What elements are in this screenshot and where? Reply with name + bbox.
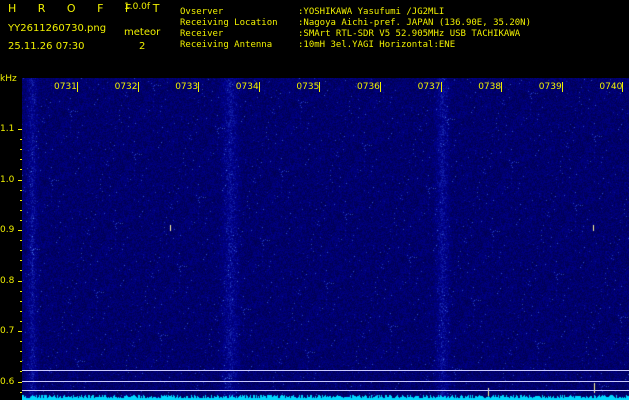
info-key: Ovserver bbox=[180, 7, 224, 17]
waterfall-canvas bbox=[22, 78, 629, 400]
freq-minor-tick bbox=[20, 320, 22, 322]
time-tick-mark bbox=[380, 82, 381, 92]
info-row-location: Receiving Location :Nagoya Aichi-pref. JA… bbox=[180, 18, 531, 29]
freq-tick-label: 1.1 bbox=[0, 124, 15, 134]
time-tick-mark bbox=[501, 82, 503, 92]
freq-minor-tick bbox=[20, 139, 22, 141]
freq-minor-tick bbox=[20, 351, 22, 353]
time-tick-mark bbox=[622, 82, 624, 92]
time-tick-label: 0738 bbox=[478, 82, 502, 92]
meteor-count: 2 bbox=[139, 41, 146, 52]
freq-minor-tick bbox=[20, 209, 22, 211]
info-key: Receiver bbox=[180, 29, 224, 39]
freq-minor-tick bbox=[20, 270, 22, 272]
time-tick-label: 0732 bbox=[114, 82, 138, 92]
info-row-observer: Ovserver :YOSHIKAWA Yasufumi /JG2MLI bbox=[180, 7, 531, 18]
app-version: 1.0.0f bbox=[124, 2, 151, 12]
freq-tick-label: 0.6 bbox=[0, 376, 15, 387]
info-value: :SMArt RTL-SDR V5 52.905MHz USB TACHIKAW… bbox=[298, 29, 521, 39]
meteor-label: meteor bbox=[124, 27, 161, 38]
time-tick-label: 0739 bbox=[538, 82, 562, 92]
info-row-antenna: Receiving Antenna :10mH 3el.YAGI Horizont… bbox=[180, 40, 531, 51]
band-marker-line bbox=[22, 370, 629, 371]
freq-tick-mark bbox=[18, 129, 22, 130]
freq-minor-tick bbox=[20, 391, 22, 393]
freq-minor-tick bbox=[20, 159, 22, 161]
time-tick-mark bbox=[561, 82, 563, 92]
station-info: Ovserver :YOSHIKAWA Yasufumi /JG2MLI Rece… bbox=[180, 7, 531, 51]
info-key: Receiving Location bbox=[180, 18, 278, 28]
file-name: YY2611260730.png bbox=[8, 23, 107, 34]
freq-tick-mark bbox=[18, 381, 22, 383]
freq-minor-tick bbox=[20, 240, 22, 242]
freq-minor-tick bbox=[20, 250, 22, 252]
freq-minor-tick bbox=[20, 310, 22, 312]
time-tick-mark bbox=[258, 82, 260, 92]
freq-minor-tick bbox=[20, 341, 22, 343]
info-value: :10mH 3el.YAGI Horizontal:ENE bbox=[298, 40, 456, 50]
time-tick-mark bbox=[137, 82, 139, 92]
waterfall-plot[interactable] bbox=[22, 78, 629, 400]
freq-minor-tick bbox=[20, 169, 22, 171]
freq-tick-mark bbox=[18, 179, 22, 181]
time-tick-label: 0737 bbox=[417, 82, 441, 92]
freq-minor-tick bbox=[20, 219, 22, 221]
freq-tick-label: 0.8 bbox=[0, 275, 15, 286]
time-tick-label: 0734 bbox=[235, 82, 259, 92]
freq-tick-label: 0.7 bbox=[0, 326, 15, 336]
freq-minor-tick bbox=[20, 300, 22, 302]
time-tick-label: 0733 bbox=[175, 82, 199, 92]
time-tick-mark bbox=[77, 82, 78, 92]
time-tick-label: 0735 bbox=[296, 82, 320, 92]
info-value: :Nagoya Aichi-pref. JAPAN (136.90E, 35.2… bbox=[298, 18, 531, 28]
freq-minor-tick bbox=[20, 290, 22, 292]
freq-minor-tick bbox=[20, 260, 22, 262]
info-key: Receiving Antenna bbox=[180, 40, 273, 50]
freq-minor-tick bbox=[20, 149, 22, 151]
freq-tick-mark bbox=[18, 331, 22, 332]
freq-tick-mark bbox=[18, 280, 22, 282]
band-marker-line bbox=[22, 390, 629, 391]
band-marker-line bbox=[22, 381, 629, 382]
info-row-receiver: Receiver :SMArt RTL-SDR V5 52.905MHz USB … bbox=[180, 29, 531, 40]
freq-minor-tick bbox=[20, 199, 22, 201]
time-tick-label: 0740 bbox=[599, 82, 623, 92]
time-tick-mark bbox=[440, 82, 442, 92]
freq-tick-label: 1.0 bbox=[0, 174, 15, 185]
time-tick-label: 0736 bbox=[357, 82, 380, 92]
freq-minor-tick bbox=[20, 371, 22, 373]
freq-minor-tick bbox=[20, 361, 22, 363]
freq-tick-mark bbox=[18, 230, 22, 231]
info-value: :YOSHIKAWA Yasufumi /JG2MLI bbox=[298, 7, 445, 17]
capture-datetime: 25.11.26 07:30 bbox=[8, 41, 85, 52]
freq-tick-label: 0.9 bbox=[0, 225, 15, 235]
time-tick-mark bbox=[319, 82, 321, 92]
freq-minor-tick bbox=[20, 189, 22, 191]
frequency-unit-label: kHz bbox=[0, 74, 17, 84]
time-tick-mark bbox=[198, 82, 200, 92]
time-tick-label: 0731 bbox=[54, 82, 77, 92]
